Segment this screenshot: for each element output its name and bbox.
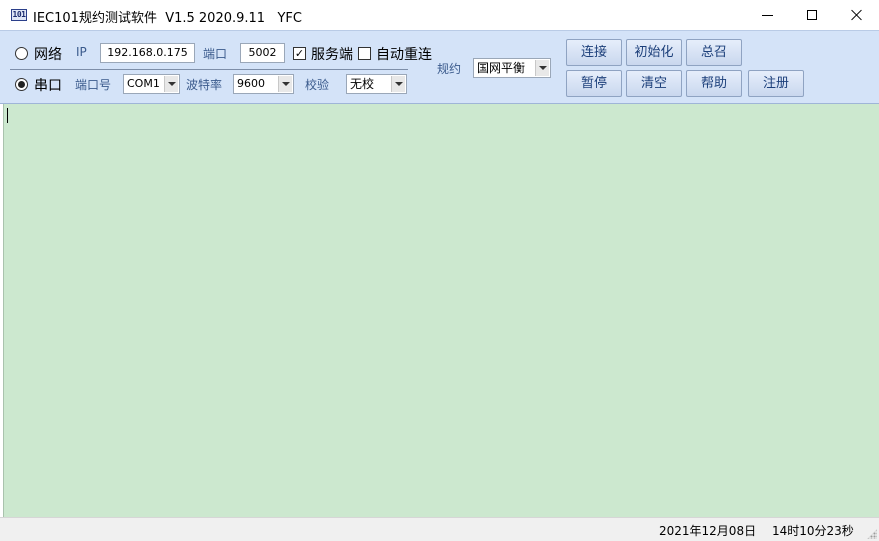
port-input[interactable]: 5002 [240,43,285,63]
connect-button[interactable]: 连接 [566,39,622,66]
serial-radio[interactable] [15,78,28,91]
status-bar: 2021年12月08日 14时10分23秒 [0,517,879,541]
minimize-icon [761,14,773,16]
network-radio-label: 网络 [34,47,62,63]
row-separator [10,69,408,70]
general-call-button[interactable]: 总召 [686,39,742,66]
protocol-value: 国网平衡 [477,61,526,75]
minimize-button[interactable] [744,0,790,30]
window-title: IEC101规约测试软件 V1.5 2020.9.11 YFC [33,11,302,26]
ip-label: IP [76,45,87,59]
protocol-label: 规约 [437,62,462,76]
connection-toolbar: 网络 IP 192.168.0.175 端口 5002 ✓ 服务端 自动重连 串… [0,30,879,104]
chevron-down-icon [391,76,405,92]
port-label: 端口 [203,47,228,61]
chevron-down-icon [164,76,178,92]
init-button[interactable]: 初始化 [626,39,682,66]
parity-value: 无校 [350,77,375,91]
network-radio[interactable] [15,47,28,60]
clear-button[interactable]: 清空 [626,70,682,97]
serial-radio-label: 串口 [34,78,62,94]
serial-port-select[interactable]: COM1 [123,74,180,94]
status-time: 14时10分23秒 [772,524,854,538]
server-checkbox[interactable]: ✓ [293,47,306,60]
log-textarea[interactable] [3,104,879,517]
auto-reconnect-checkbox[interactable] [358,47,371,60]
protocol-select[interactable]: 国网平衡 [473,58,551,78]
close-icon [851,9,863,21]
baud-rate-label: 波特率 [186,78,223,92]
ip-input[interactable]: 192.168.0.175 [100,43,195,63]
text-caret [7,108,8,123]
chevron-down-icon [278,76,292,92]
baud-rate-select[interactable]: 9600 [233,74,294,94]
parity-label: 校验 [305,78,330,92]
baud-rate-value: 9600 [237,77,265,90]
close-button[interactable] [834,0,879,30]
serial-port-label: 端口号 [75,78,112,92]
register-button[interactable]: 注册 [748,70,804,97]
parity-select[interactable]: 无校 [346,74,407,94]
help-button[interactable]: 帮助 [686,70,742,97]
pause-button[interactable]: 暂停 [566,70,622,97]
chevron-down-icon [535,60,549,76]
server-label: 服务端 [311,47,353,63]
resize-grip-icon[interactable] [867,529,877,539]
serial-port-value: COM1 [127,77,160,90]
title-bar: 101 IEC101规约测试软件 V1.5 2020.9.11 YFC [0,0,879,30]
maximize-button[interactable] [789,0,835,30]
auto-reconnect-label: 自动重连 [376,47,432,63]
app-101-icon: 101 [11,9,27,21]
maximize-icon [807,10,817,20]
status-date: 2021年12月08日 [659,524,757,538]
